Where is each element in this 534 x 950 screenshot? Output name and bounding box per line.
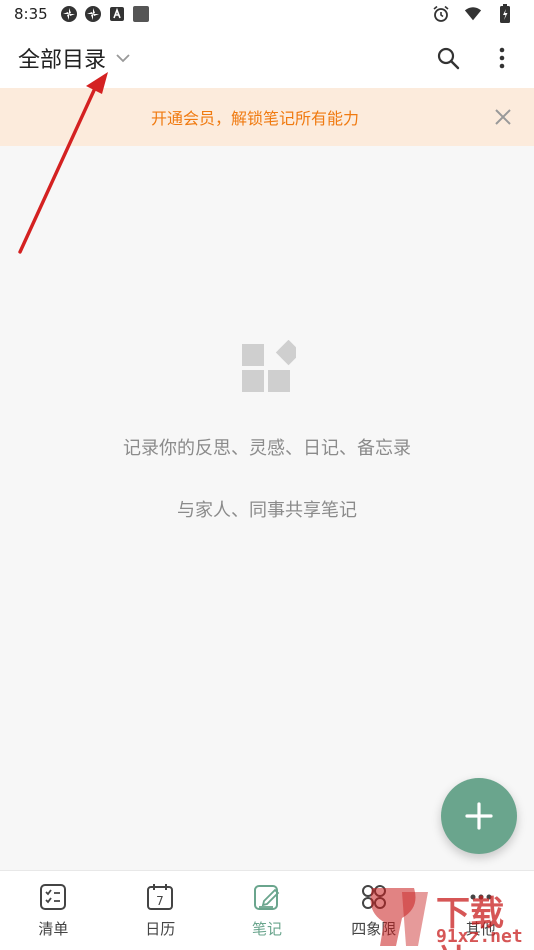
more-vert-icon [499, 47, 505, 69]
more-icon [466, 882, 496, 912]
battery-icon [496, 4, 514, 23]
empty-state-line-1: 记录你的反思、灵感、日记、备忘录 [123, 438, 411, 459]
note-edit-icon [252, 882, 282, 912]
square-icon [132, 5, 150, 23]
a-square-icon [108, 5, 126, 23]
plus-icon [465, 802, 493, 830]
close-icon[interactable] [492, 106, 514, 128]
membership-banner[interactable]: 开通会员，解锁笔记所有能力 [0, 88, 534, 146]
tab-notes[interactable]: 笔记 [214, 871, 321, 950]
search-icon [437, 47, 460, 70]
quadrant-icon [359, 882, 389, 912]
tab-label: 清单 [38, 920, 69, 938]
tab-other[interactable]: 其他 [427, 871, 534, 950]
more-options-button[interactable] [488, 44, 516, 72]
tab-quadrant[interactable]: 四象限 [320, 871, 427, 950]
chevron-down-icon[interactable] [114, 49, 132, 67]
empty-state: 记录你的反思、灵感、日记、备忘录 与家人、同事共享笔记 [0, 146, 534, 870]
app-bar: 全部目录 [0, 28, 534, 88]
status-time: 8:35 [14, 5, 48, 23]
directory-title[interactable]: 全部目录 [18, 42, 106, 74]
widgets-icon [242, 340, 296, 392]
tab-label: 四象限 [351, 920, 397, 938]
membership-banner-text[interactable]: 开通会员，解锁笔记所有能力 [151, 105, 359, 129]
wifi-icon [464, 5, 482, 23]
empty-state-line-2: 与家人、同事共享笔记 [177, 500, 357, 521]
pinwheel-icon [84, 5, 102, 23]
bottom-tab-bar: 清单 7 日历 笔记 四象限 其他 [0, 870, 534, 950]
tab-checklist[interactable]: 清单 [0, 871, 107, 950]
search-button[interactable] [434, 44, 462, 72]
alarm-icon [432, 5, 450, 23]
tab-label: 笔记 [251, 920, 282, 938]
add-note-button[interactable] [441, 778, 517, 854]
tab-label: 日历 [145, 920, 176, 938]
pinwheel-icon [60, 5, 78, 23]
tab-label: 其他 [465, 920, 496, 938]
calendar-day: 7 [156, 894, 164, 908]
status-bar: 8:35 [0, 0, 534, 28]
calendar-icon: 7 [145, 882, 175, 912]
tab-calendar[interactable]: 7 日历 [107, 871, 214, 950]
checklist-icon [38, 882, 68, 912]
